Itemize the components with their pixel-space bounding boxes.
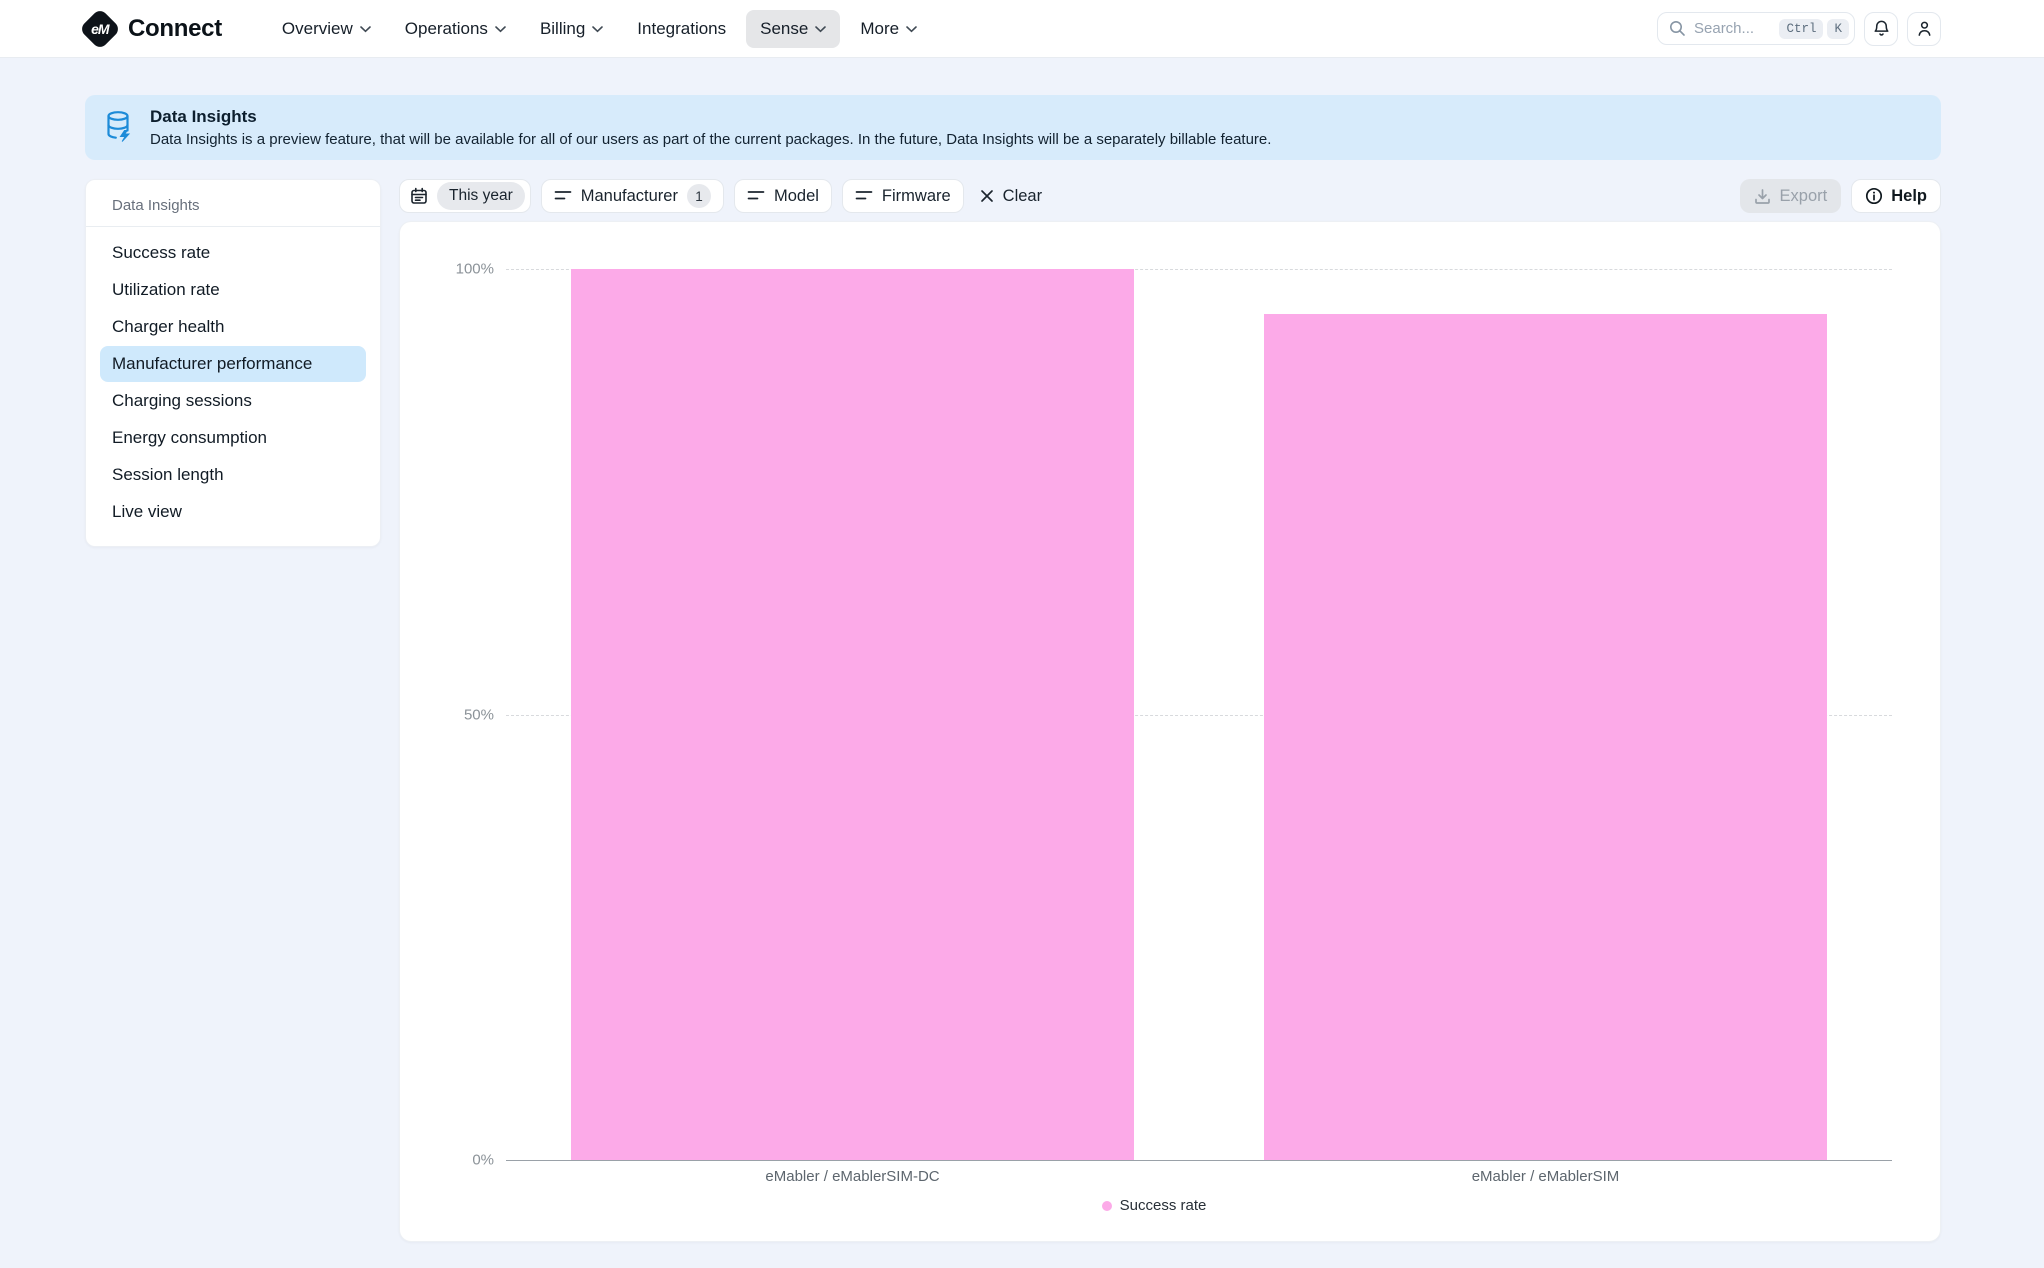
y-tick-50: 50% bbox=[464, 706, 494, 723]
manufacturer-count-badge: 1 bbox=[687, 184, 711, 208]
search-placeholder: Search... bbox=[1694, 20, 1771, 37]
help-button[interactable]: Help bbox=[1851, 179, 1941, 213]
info-icon bbox=[1865, 187, 1883, 205]
chevron-down-icon bbox=[495, 26, 506, 33]
nav-item-sense[interactable]: Sense bbox=[746, 10, 840, 48]
database-bolt-icon bbox=[105, 110, 133, 143]
chevron-down-icon bbox=[592, 26, 603, 33]
filter-toolbar: This year Manufacturer 1 Model Firmware … bbox=[399, 179, 1941, 213]
firmware-filter-chip[interactable]: Firmware bbox=[842, 179, 964, 213]
legend-dot-success-rate bbox=[1102, 1201, 1112, 1211]
nav-label: Integrations bbox=[637, 19, 726, 39]
sidebar: Data Insights Success rate Utilization r… bbox=[85, 179, 381, 547]
ctrl-key-badge: Ctrl bbox=[1779, 19, 1823, 39]
nav-label: Sense bbox=[760, 19, 808, 39]
sidebar-item-energy-consumption[interactable]: Energy consumption bbox=[100, 420, 366, 456]
emabler-logo-icon: eM bbox=[79, 7, 121, 49]
user-icon bbox=[1915, 19, 1934, 38]
brand[interactable]: eM Connect bbox=[85, 14, 222, 44]
chevron-down-icon bbox=[906, 26, 917, 33]
chevron-down-icon bbox=[360, 26, 371, 33]
divider bbox=[86, 226, 380, 227]
chart-area: 100% 50% 0% bbox=[416, 269, 1892, 1160]
x-axis-line bbox=[506, 1160, 1892, 1161]
filter-lines-icon bbox=[855, 189, 873, 203]
nav-label: Operations bbox=[405, 19, 488, 39]
search-icon bbox=[1669, 20, 1686, 37]
y-axis-labels: 100% 50% 0% bbox=[416, 269, 506, 1160]
topbar: eM Connect Overview Operations Billing I… bbox=[0, 0, 2044, 58]
clear-filters-label: Clear bbox=[1003, 187, 1042, 206]
sidebar-item-manufacturer-performance[interactable]: Manufacturer performance bbox=[100, 346, 366, 382]
nav-label: More bbox=[860, 19, 899, 39]
x-axis-labels: eMabler / eMablerSIM-DC eMabler / eMable… bbox=[506, 1160, 1892, 1185]
x-label-emablersim-dc: eMabler / eMablerSIM-DC bbox=[506, 1168, 1199, 1185]
download-icon bbox=[1754, 188, 1771, 205]
clear-filters-button[interactable]: Clear bbox=[974, 187, 1048, 206]
filter-lines-icon bbox=[554, 189, 572, 203]
close-icon bbox=[980, 189, 994, 203]
bar-emablersim-dc[interactable] bbox=[571, 269, 1134, 1160]
main-panel: This year Manufacturer 1 Model Firmware … bbox=[399, 179, 1941, 1242]
account-button[interactable] bbox=[1907, 12, 1941, 46]
nav-item-overview[interactable]: Overview bbox=[268, 10, 385, 48]
banner-body: Data Insights is a preview feature, that… bbox=[150, 131, 1271, 148]
sidebar-item-utilization-rate[interactable]: Utilization rate bbox=[100, 272, 366, 308]
search-shortcut: Ctrl K bbox=[1779, 19, 1849, 39]
sidebar-header: Data Insights bbox=[100, 193, 366, 226]
x-label-emablersim: eMabler / eMablerSIM bbox=[1199, 1168, 1892, 1185]
brand-name: Connect bbox=[128, 15, 222, 43]
nav-item-billing[interactable]: Billing bbox=[526, 10, 617, 48]
nav-item-operations[interactable]: Operations bbox=[391, 10, 520, 48]
chart-legend[interactable]: Success rate bbox=[416, 1197, 1892, 1214]
y-tick-100: 100% bbox=[456, 261, 494, 278]
manufacturer-filter-chip[interactable]: Manufacturer 1 bbox=[541, 179, 724, 213]
bar-slots bbox=[506, 269, 1892, 1160]
content: Data Insights Success rate Utilization r… bbox=[0, 160, 2044, 1242]
bell-icon bbox=[1872, 19, 1891, 38]
export-button[interactable]: Export bbox=[1740, 179, 1842, 213]
nav-label: Overview bbox=[282, 19, 353, 39]
manufacturer-performance-chart-card: 100% 50% 0% bbox=[399, 221, 1941, 1242]
bar-emablersim[interactable] bbox=[1264, 314, 1827, 1160]
bar-slot bbox=[506, 269, 1199, 1160]
sidebar-item-charging-sessions[interactable]: Charging sessions bbox=[100, 383, 366, 419]
nav-item-integrations[interactable]: Integrations bbox=[623, 10, 740, 48]
bar-slot bbox=[1199, 269, 1892, 1160]
banner-text: Data Insights Data Insights is a preview… bbox=[150, 107, 1271, 148]
y-tick-0: 0% bbox=[472, 1152, 494, 1169]
manufacturer-filter-label: Manufacturer bbox=[581, 187, 678, 206]
sidebar-item-success-rate[interactable]: Success rate bbox=[100, 235, 366, 271]
date-filter-value[interactable]: This year bbox=[437, 182, 525, 210]
legend-label-success-rate: Success rate bbox=[1120, 1197, 1207, 1214]
filter-lines-icon bbox=[747, 189, 765, 203]
date-filter-chip[interactable]: This year bbox=[399, 179, 531, 213]
sidebar-item-live-view[interactable]: Live view bbox=[100, 494, 366, 530]
calendar-icon bbox=[410, 187, 428, 205]
k-key-badge: K bbox=[1827, 19, 1849, 39]
search-input[interactable]: Search... Ctrl K bbox=[1657, 12, 1855, 45]
help-label: Help bbox=[1891, 187, 1927, 206]
model-filter-label: Model bbox=[774, 187, 819, 206]
export-label: Export bbox=[1780, 187, 1828, 206]
main-nav: Overview Operations Billing Integrations… bbox=[268, 10, 931, 48]
nav-label: Billing bbox=[540, 19, 585, 39]
sidebar-item-session-length[interactable]: Session length bbox=[100, 457, 366, 493]
banner-title: Data Insights bbox=[150, 107, 1271, 127]
sidebar-item-charger-health[interactable]: Charger health bbox=[100, 309, 366, 345]
chevron-down-icon bbox=[815, 26, 826, 33]
data-insights-banner: Data Insights Data Insights is a preview… bbox=[85, 95, 1941, 160]
firmware-filter-label: Firmware bbox=[882, 187, 951, 206]
topbar-right: Search... Ctrl K bbox=[1657, 12, 1941, 46]
nav-item-more[interactable]: More bbox=[846, 10, 931, 48]
notifications-button[interactable] bbox=[1864, 12, 1898, 46]
model-filter-chip[interactable]: Model bbox=[734, 179, 832, 213]
plot-area bbox=[506, 269, 1892, 1160]
